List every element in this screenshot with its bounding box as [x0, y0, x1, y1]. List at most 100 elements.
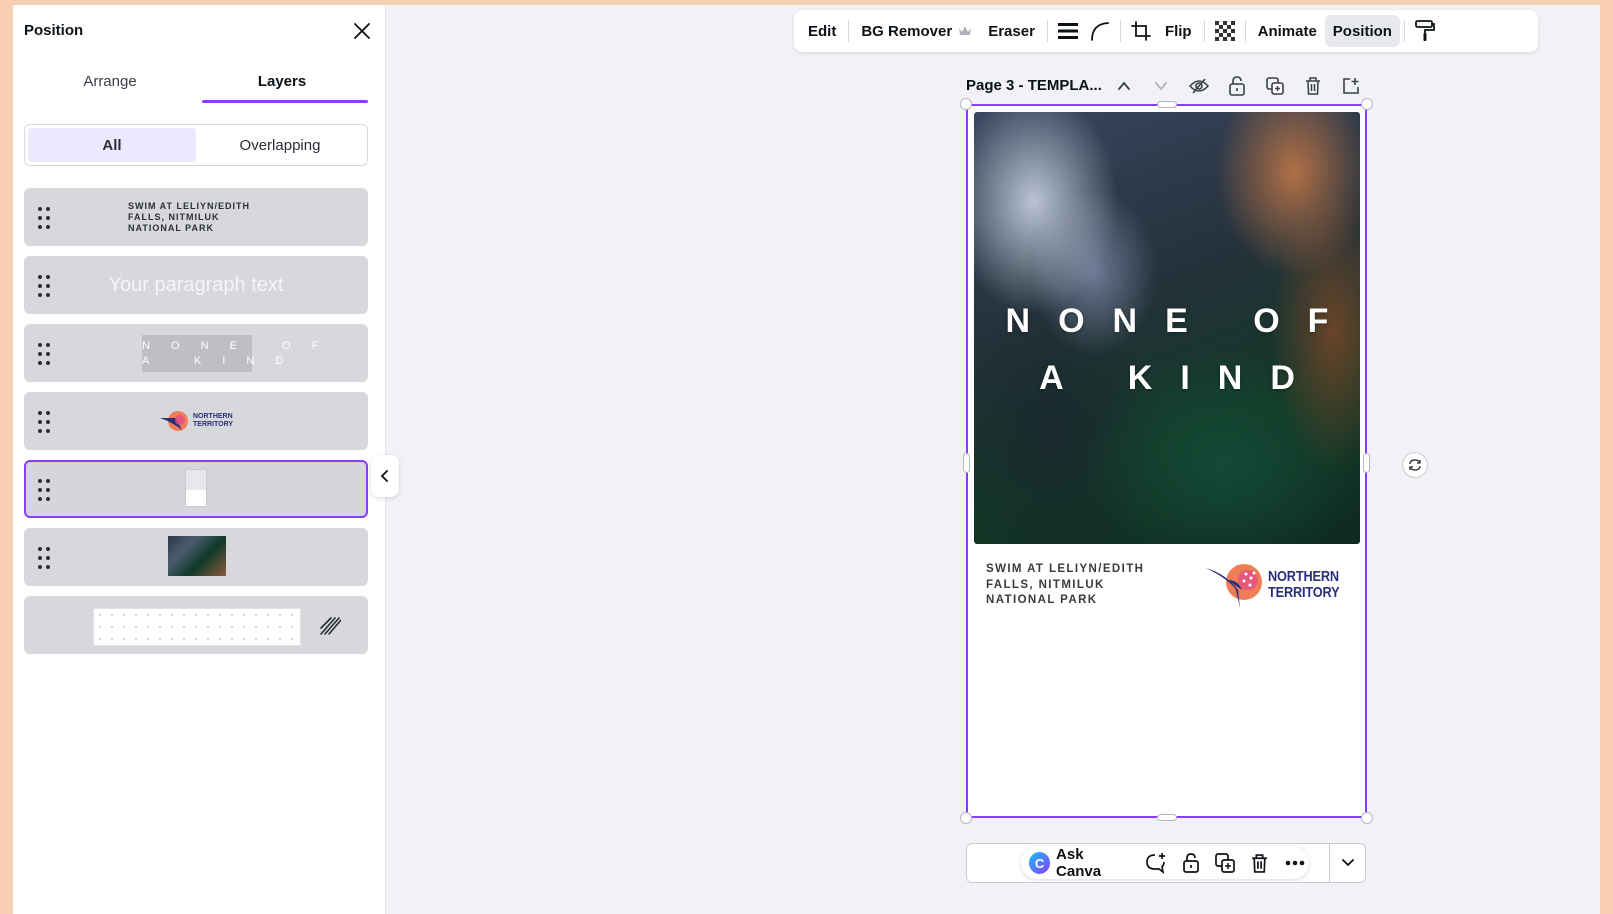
page-down-button[interactable]	[1148, 73, 1174, 99]
layer-white-shape[interactable]	[24, 460, 368, 518]
delete-element-button[interactable]	[1246, 848, 1275, 878]
drag-handle-icon[interactable]	[37, 207, 51, 229]
filter-overlapping[interactable]: Overlapping	[196, 128, 364, 162]
delete-page-button[interactable]	[1300, 73, 1326, 99]
element-toolbar: Edit BG Remover Eraser Flip Animate Posi…	[794, 10, 1538, 52]
layer-photo[interactable]	[24, 528, 368, 586]
headline-line-1[interactable]: NONE OF	[974, 302, 1360, 341]
more-options-button[interactable]	[1280, 848, 1309, 878]
design-page[interactable]: NONE OF A KIND SWIM AT LELIYN/EDITH FALL…	[960, 98, 1373, 824]
layer-thumbnail-text: SWIM AT LELIYN/EDITH FALLS, NITMILUK NAT…	[128, 201, 250, 234]
drag-handle-icon[interactable]	[37, 479, 51, 501]
layer-thumbnail-paragraph: Your paragraph text	[108, 274, 284, 296]
resize-handle-top-left[interactable]	[960, 98, 972, 110]
layer-thumbnail-background	[93, 608, 301, 646]
drag-handle-icon[interactable]	[37, 411, 51, 433]
corner-radius-icon	[1091, 22, 1109, 41]
bottom-bar-expand-button[interactable]	[1335, 849, 1361, 877]
hide-page-button[interactable]	[1186, 73, 1212, 99]
logo-line: NORTHERN	[1268, 568, 1339, 585]
eye-hidden-icon	[1189, 78, 1209, 94]
duplicate-icon	[1215, 853, 1236, 873]
add-page-button[interactable]	[1338, 73, 1364, 99]
layer-thumbnail-photo	[168, 536, 226, 576]
chevron-left-icon	[380, 470, 388, 482]
flip-button[interactable]: Flip	[1157, 15, 1200, 47]
tab-arrange[interactable]: Arrange	[24, 67, 196, 107]
add-comment-button[interactable]	[1141, 848, 1170, 878]
close-panel-button[interactable]	[350, 19, 374, 43]
lock-page-button[interactable]	[1224, 73, 1250, 99]
resize-handle-bottom[interactable]	[1157, 814, 1177, 821]
northern-territory-logo[interactable]: NORTHERN TERRITORY	[1206, 560, 1352, 610]
crop-button[interactable]	[1125, 15, 1157, 47]
collapse-panel-button[interactable]	[371, 455, 399, 497]
tab-layers[interactable]: Layers	[196, 67, 368, 107]
waterfall-photo[interactable]: NONE OF A KIND	[974, 112, 1360, 544]
layer-thumbnail-shape	[185, 469, 207, 507]
animate-button[interactable]: Animate	[1250, 15, 1325, 47]
paint-roller-icon	[1415, 20, 1435, 41]
comment-add-icon	[1145, 853, 1165, 874]
corner-rounding-button[interactable]	[1084, 15, 1116, 47]
panel-tabs: Arrange Layers	[24, 67, 368, 107]
page-title[interactable]: Page 3 - TEMPLA...	[966, 77, 1102, 94]
layer-filter: All Overlapping	[24, 124, 368, 166]
close-icon	[354, 23, 370, 39]
lock-element-button[interactable]	[1176, 848, 1205, 878]
resize-handle-bottom-right[interactable]	[1361, 812, 1373, 824]
transparency-checker-icon	[1214, 21, 1235, 41]
edit-button[interactable]: Edit	[800, 15, 844, 47]
filter-all[interactable]: All	[28, 128, 196, 162]
chevron-down-icon	[1155, 82, 1167, 91]
layers-list: SWIM AT LELIYN/EDITH FALLS, NITMILUK NAT…	[24, 188, 368, 664]
layer-caption-text[interactable]: SWIM AT LELIYN/EDITH FALLS, NITMILUK NAT…	[24, 188, 368, 246]
ask-canva-button[interactable]: Ask Canva	[1056, 846, 1129, 880]
canva-editor: Position Arrange Layers All Overlapping …	[13, 5, 1600, 914]
eraser-button[interactable]: Eraser	[980, 15, 1043, 47]
layer-logo[interactable]: NORTHERN TERRITORY	[24, 392, 368, 450]
transparency-button[interactable]	[1209, 15, 1241, 47]
toolbar-divider	[1046, 20, 1048, 42]
resize-handle-left[interactable]	[963, 453, 970, 473]
thumb-line: TERRITORY	[193, 421, 234, 428]
layer-headline-text[interactable]: N O N E O F A K I N D	[24, 324, 368, 382]
bg-remover-button[interactable]: BG Remover	[853, 15, 980, 47]
unlock-icon	[1182, 853, 1199, 873]
resize-handle-top[interactable]	[1157, 101, 1177, 108]
toolbar-divider	[1119, 20, 1121, 42]
thumb-line: NATIONAL PARK	[128, 223, 214, 233]
thumb-line: SWIM AT LELIYN/EDITH	[128, 201, 250, 211]
caption-line: SWIM AT LELIYN/EDITH	[986, 563, 1145, 575]
resize-handle-right[interactable]	[1363, 453, 1370, 473]
northern-territory-bird-icon	[1206, 564, 1262, 608]
drag-handle-icon[interactable]	[37, 547, 51, 569]
page-up-button[interactable]	[1111, 73, 1137, 99]
drag-handle-icon[interactable]	[37, 343, 51, 365]
locked-background-icon	[320, 617, 341, 635]
position-button[interactable]: Position	[1324, 15, 1400, 47]
copy-style-button[interactable]	[1409, 15, 1441, 47]
duplicate-element-button[interactable]	[1211, 848, 1240, 878]
layer-paragraph-text[interactable]: Your paragraph text	[24, 256, 368, 314]
position-panel: Position Arrange Layers All Overlapping …	[13, 5, 386, 914]
layer-thumbnail-headline: N O N E O F A K I N D	[142, 335, 318, 372]
duplicate-page-button[interactable]	[1262, 73, 1288, 99]
border-style-button[interactable]	[1052, 15, 1084, 47]
toolbar-divider	[848, 20, 850, 42]
toolbar-divider	[1244, 20, 1246, 42]
rotate-button[interactable]	[1402, 452, 1428, 478]
resize-handle-bottom-left[interactable]	[960, 812, 972, 824]
duplicate-icon	[1266, 77, 1284, 95]
panel-header: Position	[24, 19, 374, 43]
layer-background[interactable]	[24, 596, 368, 654]
rotate-icon	[1409, 459, 1421, 471]
chevron-up-icon	[1118, 81, 1130, 90]
canva-logo-icon: C	[1029, 852, 1051, 874]
resize-handle-top-right[interactable]	[1361, 98, 1373, 110]
caption-text[interactable]: SWIM AT LELIYN/EDITH FALLS, NITMILUK NAT…	[986, 562, 1144, 609]
page-header: Page 3 - TEMPLA...	[966, 73, 1366, 99]
headline-line-2[interactable]: A KIND	[974, 359, 1360, 398]
thumb-line: NORTHERN	[193, 413, 233, 420]
trash-icon	[1306, 77, 1320, 95]
